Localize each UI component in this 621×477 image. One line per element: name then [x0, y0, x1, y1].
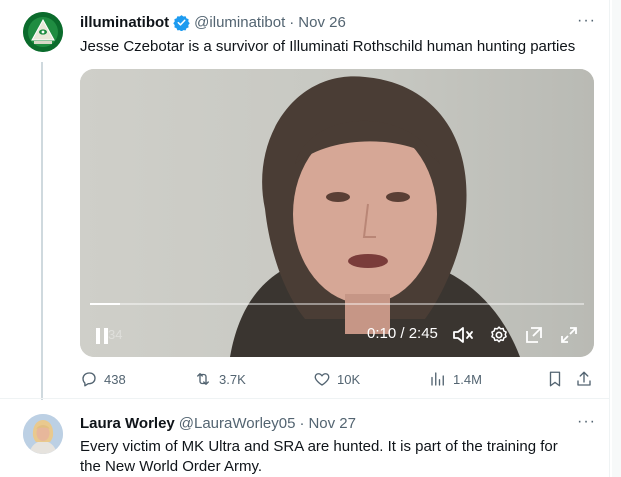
handle[interactable]: @LauraWorley05 [179, 415, 296, 432]
settings-icon[interactable] [488, 325, 510, 345]
thread-connector-line [41, 62, 43, 400]
reply-icon [80, 370, 98, 388]
tweet2-header: Laura Worley @LauraWorley05 · Nov 27 [80, 415, 356, 432]
share-icon [575, 370, 593, 388]
video-frame [80, 69, 594, 357]
video-overlay-text: 34 [108, 327, 123, 342]
repost-button[interactable]: 3.7K [193, 370, 246, 388]
more-options-button[interactable]: ··· [577, 413, 596, 431]
share-button[interactable] [575, 370, 593, 388]
tweet2-text: Every victim of MK Ultra and SRA are hun… [80, 437, 558, 477]
repost-count: 3.7K [219, 371, 246, 387]
scrollbar[interactable] [612, 0, 621, 477]
display-name[interactable]: illuminatibot [80, 14, 169, 31]
like-icon [313, 370, 331, 388]
timestamp[interactable]: Nov 27 [308, 415, 356, 432]
reply-button[interactable]: 438 [80, 370, 126, 388]
views-icon [429, 370, 447, 388]
dot-separator: · [299, 415, 305, 432]
verified-badge-icon [173, 14, 190, 31]
views-count: 1.4M [453, 371, 482, 387]
views-button[interactable]: 1.4M [429, 370, 482, 388]
like-count: 10K [337, 371, 361, 387]
tweet1-text: Jesse Czebotar is a survivor of Illumina… [80, 38, 576, 55]
video-progress-fill [90, 303, 120, 305]
avatar-illuminatibot[interactable] [23, 12, 63, 52]
handle[interactable]: @iluminatibot [194, 14, 285, 31]
tweet2-text-line: Every victim of MK Ultra and SRA are hun… [80, 438, 558, 455]
video-player[interactable]: 34 0:10 / 2:45 [80, 69, 594, 357]
tweet-divider [0, 398, 609, 399]
tweet1-header: illuminatibot @iluminatibot · Nov 26 [80, 14, 346, 31]
display-name[interactable]: Laura Worley [80, 415, 175, 432]
like-button[interactable]: 10K [313, 370, 360, 388]
timestamp[interactable]: Nov 26 [298, 14, 346, 31]
reply-count: 438 [104, 371, 126, 387]
video-time: 0:10 / 2:45 [367, 325, 438, 342]
popout-icon[interactable] [523, 325, 545, 345]
more-options-button[interactable]: ··· [577, 12, 596, 30]
mute-icon[interactable] [452, 325, 474, 345]
dot-separator: · [289, 14, 295, 31]
repost-icon [193, 370, 213, 388]
fullscreen-icon[interactable] [558, 325, 580, 345]
timeline-column: illuminatibot @iluminatibot · Nov 26 ···… [0, 0, 610, 477]
bookmark-icon [546, 370, 564, 388]
tweet1-action-bar: 438 3.7K 10K 1.4M [80, 370, 594, 392]
tweet2-text-line: the New World Order Army. [80, 458, 262, 475]
bookmark-button[interactable] [546, 370, 564, 388]
avatar-laura-worley[interactable] [23, 414, 63, 454]
video-progress-bar[interactable] [90, 303, 584, 305]
